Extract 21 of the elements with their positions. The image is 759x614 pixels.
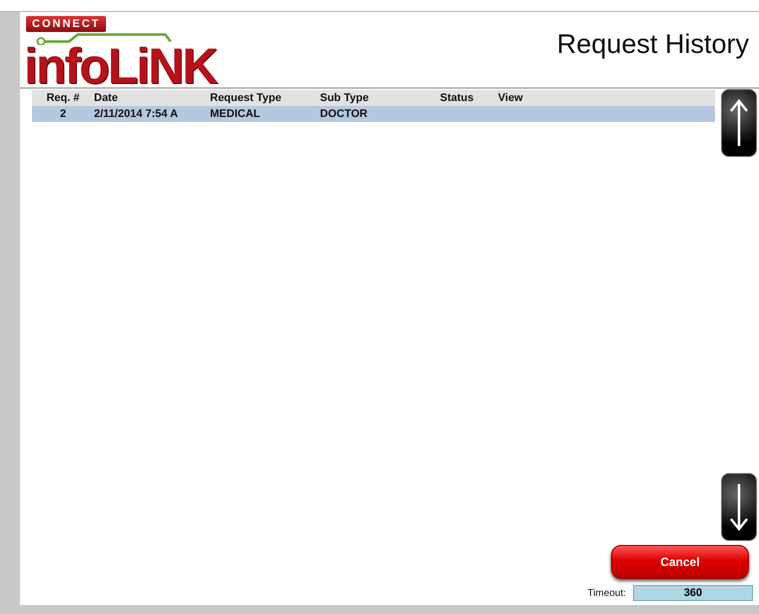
table-cell-text: DOCTOR xyxy=(319,108,368,120)
column-header: Date xyxy=(93,92,119,104)
column-header: Sub Type xyxy=(319,92,370,104)
table-cell-text: 2/11/2014 7:54 A xyxy=(93,108,179,120)
down-arrow-icon xyxy=(729,482,749,532)
table-cell-text: 2 xyxy=(58,108,68,120)
table-cell-text: MEDICAL xyxy=(209,108,262,120)
page-title: Request History xyxy=(556,29,749,61)
logo-tag: CONNECT xyxy=(26,16,106,32)
scroll-down-button[interactable] xyxy=(721,473,757,541)
timeout-label: Timeout: xyxy=(587,588,626,598)
table-row[interactable]: 2 2/11/2014 7:54 A MEDICAL DOCTOR xyxy=(32,106,715,122)
column-header: Req. # xyxy=(45,92,80,104)
up-arrow-icon xyxy=(729,98,749,148)
column-header: Request Type xyxy=(209,92,282,104)
scroll-up-button[interactable] xyxy=(721,89,757,157)
cancel-button[interactable]: Cancel xyxy=(611,545,749,579)
column-header: Status xyxy=(439,92,475,104)
column-header: View xyxy=(497,92,524,104)
logo-text: infoLiNK xyxy=(24,46,216,87)
timeout-field: 360 xyxy=(633,585,753,601)
